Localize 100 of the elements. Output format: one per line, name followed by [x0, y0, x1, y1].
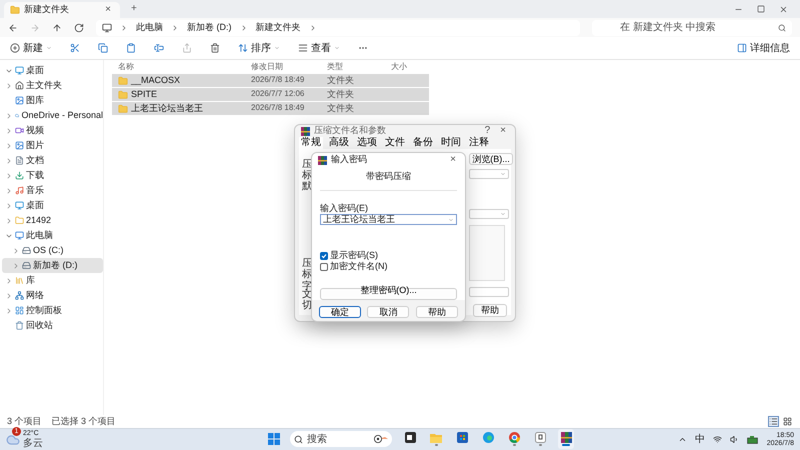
up-icon[interactable] — [52, 22, 62, 32]
sidebar-item[interactable]: 音乐 — [2, 183, 103, 198]
field-label: 标 — [302, 268, 312, 280]
sidebar-item[interactable]: 桌面 — [2, 198, 103, 213]
dialog-tab[interactable]: 时间 — [439, 137, 463, 149]
file-row[interactable]: 上老王论坛当老王 2026/7/8 18:49 文件夹 — [112, 102, 429, 115]
taskbar-app[interactable] — [532, 429, 548, 449]
sidebar-item[interactable]: 此电脑 — [2, 228, 103, 243]
new-button[interactable]: 新建 — [8, 39, 54, 57]
breadcrumb-item[interactable]: 新建文件夹 — [256, 22, 300, 32]
delete-button[interactable] — [208, 41, 222, 55]
checkbox[interactable] — [320, 252, 328, 260]
organize-button[interactable]: 整理密码(O)... — [320, 288, 457, 300]
sidebar-item[interactable]: 桌面 — [2, 63, 103, 78]
sidebar-item[interactable]: 新加卷 (D:) — [2, 258, 103, 273]
note-icon — [534, 432, 546, 443]
address-bar[interactable]: 此电脑 新加卷 (D:) 新建文件夹 — [96, 20, 580, 36]
sidebar-item[interactable]: 下载 — [2, 168, 103, 183]
chevron-icon — [120, 24, 128, 32]
start-icon[interactable] — [268, 433, 280, 445]
books-icon — [301, 126, 310, 136]
caret-icon — [334, 45, 340, 51]
password-field[interactable]: 上老王论坛当老王 — [320, 214, 457, 225]
sort-button[interactable]: 排序 — [236, 39, 282, 57]
text-field[interactable] — [469, 287, 509, 297]
copy-button[interactable] — [96, 41, 110, 55]
pictures-icon — [15, 141, 24, 150]
terminal-icon — [404, 432, 416, 443]
close-icon[interactable] — [779, 4, 788, 14]
input-method[interactable]: 中 — [694, 434, 705, 445]
column-header[interactable]: 类型 — [327, 63, 343, 72]
file-row[interactable]: __MACOSX 2026/7/8 18:49 文件夹 — [112, 74, 429, 87]
dialog-tab[interactable]: 备份 — [411, 137, 435, 149]
dialog-tab[interactable]: 常规 — [299, 137, 323, 149]
sidebar-item[interactable]: 图库 — [2, 93, 103, 108]
sidebar-item[interactable]: 控制面板 — [2, 303, 103, 318]
sidebar-item[interactable]: 库 — [2, 273, 103, 288]
paste-icon — [126, 43, 136, 53]
dialog-tab[interactable]: 选项 — [355, 137, 379, 149]
dialog-tab[interactable]: 注释 — [467, 137, 491, 149]
help-button[interactable]: 帮助 — [473, 304, 507, 317]
copy-icon — [98, 43, 108, 53]
search-field[interactable]: 在 新建文件夹 中搜索 — [592, 20, 792, 36]
tab-close-button[interactable]: × — [102, 5, 114, 15]
back-icon[interactable] — [8, 22, 18, 32]
item-count: 3 个项目 — [7, 416, 42, 426]
refresh-icon[interactable] — [74, 22, 84, 32]
new-tab-button[interactable]: + — [128, 4, 140, 14]
browser-icon — [508, 432, 520, 443]
field-label: 默 — [302, 180, 312, 193]
column-header[interactable]: 名称 — [118, 63, 134, 72]
breadcrumb-item[interactable]: 此电脑 — [136, 22, 163, 32]
music-icon — [15, 186, 24, 195]
file-name: 上老王论坛当老王 — [131, 104, 203, 114]
help-button[interactable]: ? — [482, 126, 494, 136]
sidebar-item[interactable]: 网络 — [2, 288, 103, 303]
maximize-icon[interactable] — [757, 4, 765, 12]
dialog-button[interactable]: 确定 — [319, 306, 362, 318]
sidebar-label: 此电脑 — [26, 230, 53, 240]
panel-icon — [737, 43, 747, 53]
browse-button[interactable]: 浏览(B)... — [469, 153, 513, 165]
sidebar-item[interactable]: 21492 — [2, 213, 103, 228]
new-icon — [10, 43, 20, 53]
field-label: 输入密码(E) — [320, 203, 368, 213]
share-icon — [182, 43, 192, 53]
dialog-button[interactable]: 帮助 — [416, 306, 458, 318]
details-button[interactable]: 详细信息 — [735, 39, 792, 57]
checkbox-option[interactable]: 加密文件名(N) — [320, 262, 457, 272]
sidebar-item[interactable]: 文档 — [2, 153, 103, 168]
sidebar-item[interactable]: 视频 — [2, 123, 103, 138]
taskbar-app[interactable] — [558, 429, 574, 449]
details-view-button[interactable] — [768, 416, 779, 427]
column-header[interactable]: 大小 — [391, 63, 407, 72]
file-row[interactable]: SPITE 2026/7/7 12:06 文件夹 — [112, 88, 429, 101]
sidebar-item[interactable]: 主文件夹 — [2, 78, 103, 93]
caret-icon — [500, 171, 506, 177]
dialog-button[interactable]: 取消 — [367, 306, 410, 318]
checkbox-option[interactable]: 显示密码(S) — [320, 251, 457, 261]
dialog-tab[interactable]: 高级 — [327, 137, 351, 149]
volume-icon[interactable] — [730, 435, 739, 444]
close-button[interactable]: × — [447, 155, 459, 165]
wifi-icon[interactable] — [712, 435, 722, 444]
sidebar-item[interactable]: OS (C:) — [2, 243, 103, 258]
battery-icon[interactable] — [746, 436, 759, 444]
sidebar-item[interactable]: 回收站 — [2, 318, 103, 333]
sidebar-item[interactable]: OneDrive - Personal — [2, 108, 103, 123]
taskbar-search[interactable]: 搜索 — [290, 431, 392, 447]
folder-icon — [118, 104, 128, 114]
column-header[interactable]: 修改日期 — [251, 63, 283, 72]
chevron-icon[interactable] — [678, 435, 687, 444]
close-button[interactable]: × — [497, 126, 509, 136]
breadcrumb-item[interactable]: 新加卷 (D:) — [187, 22, 232, 32]
field-label: 压 — [302, 158, 312, 170]
tiles-view-button[interactable] — [782, 416, 793, 427]
sidebar-label: 主文件夹 — [26, 80, 62, 90]
sidebar-label: 视频 — [26, 126, 44, 136]
sidebar-item[interactable]: 图片 — [2, 138, 103, 153]
view-button[interactable]: 查看 — [296, 39, 342, 57]
dialog-tab[interactable]: 文件 — [383, 137, 407, 149]
checkbox[interactable] — [320, 263, 328, 271]
